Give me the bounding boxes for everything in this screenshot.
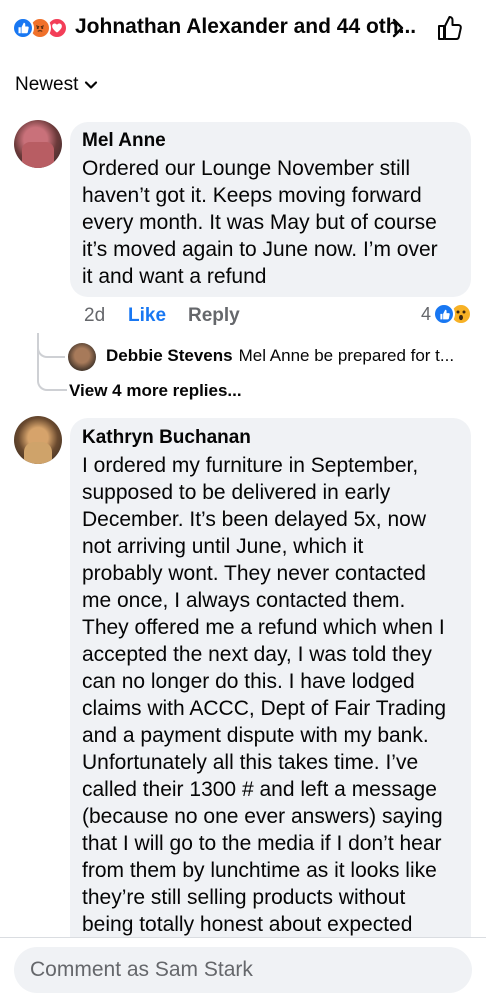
comment-reaction-count[interactable]: 4 [421, 303, 472, 325]
thread-line [37, 333, 67, 391]
comment-time[interactable]: 2d [84, 305, 105, 327]
like-icon [12, 17, 34, 39]
like-outline-icon[interactable] [436, 14, 464, 42]
sort-label: Newest [15, 74, 79, 95]
comment-actions: 2d Like Reply 4 [84, 303, 474, 331]
reaction-count: 4 [420, 303, 431, 324]
like-icon [433, 303, 455, 325]
view-more-replies-link[interactable]: View 4 more replies... [69, 381, 242, 401]
comment-author[interactable]: Kathryn Buchanan [82, 427, 251, 449]
avatar[interactable] [68, 343, 96, 371]
avatar[interactable] [14, 120, 62, 168]
reactions-title[interactable]: Johnathan Alexander and 44 oth... [75, 15, 416, 39]
reply-text: Mel Anne be prepared for t... [238, 346, 455, 365]
chevron-down-icon [85, 81, 98, 89]
comment-author[interactable]: Mel Anne [82, 130, 166, 152]
reply-preview[interactable]: Debbie Stevens Mel Anne be prepared for t… [106, 346, 476, 366]
chevron-right-icon[interactable] [388, 17, 408, 39]
comment-bubble[interactable]: Mel Anne Ordered our Lounge November sti… [70, 122, 471, 297]
reaction-summary[interactable] [12, 17, 74, 39]
comment-bubble[interactable]: Kathryn Buchanan I ordered my furniture … [70, 418, 471, 958]
reply-button[interactable]: Reply [188, 305, 240, 327]
avatar[interactable] [14, 416, 62, 464]
comment-text: Ordered our Lounge November still haven’… [82, 157, 438, 288]
comment-input[interactable] [14, 947, 472, 993]
sort-dropdown[interactable]: Newest [15, 74, 98, 96]
reactions-header[interactable]: Johnathan Alexander and 44 oth... [0, 0, 486, 56]
comment-text: I ordered my furniture in September, sup… [82, 454, 447, 936]
like-button[interactable]: Like [128, 305, 166, 327]
reply-author: Debbie Stevens [106, 346, 233, 365]
comment-composer [0, 937, 486, 1000]
